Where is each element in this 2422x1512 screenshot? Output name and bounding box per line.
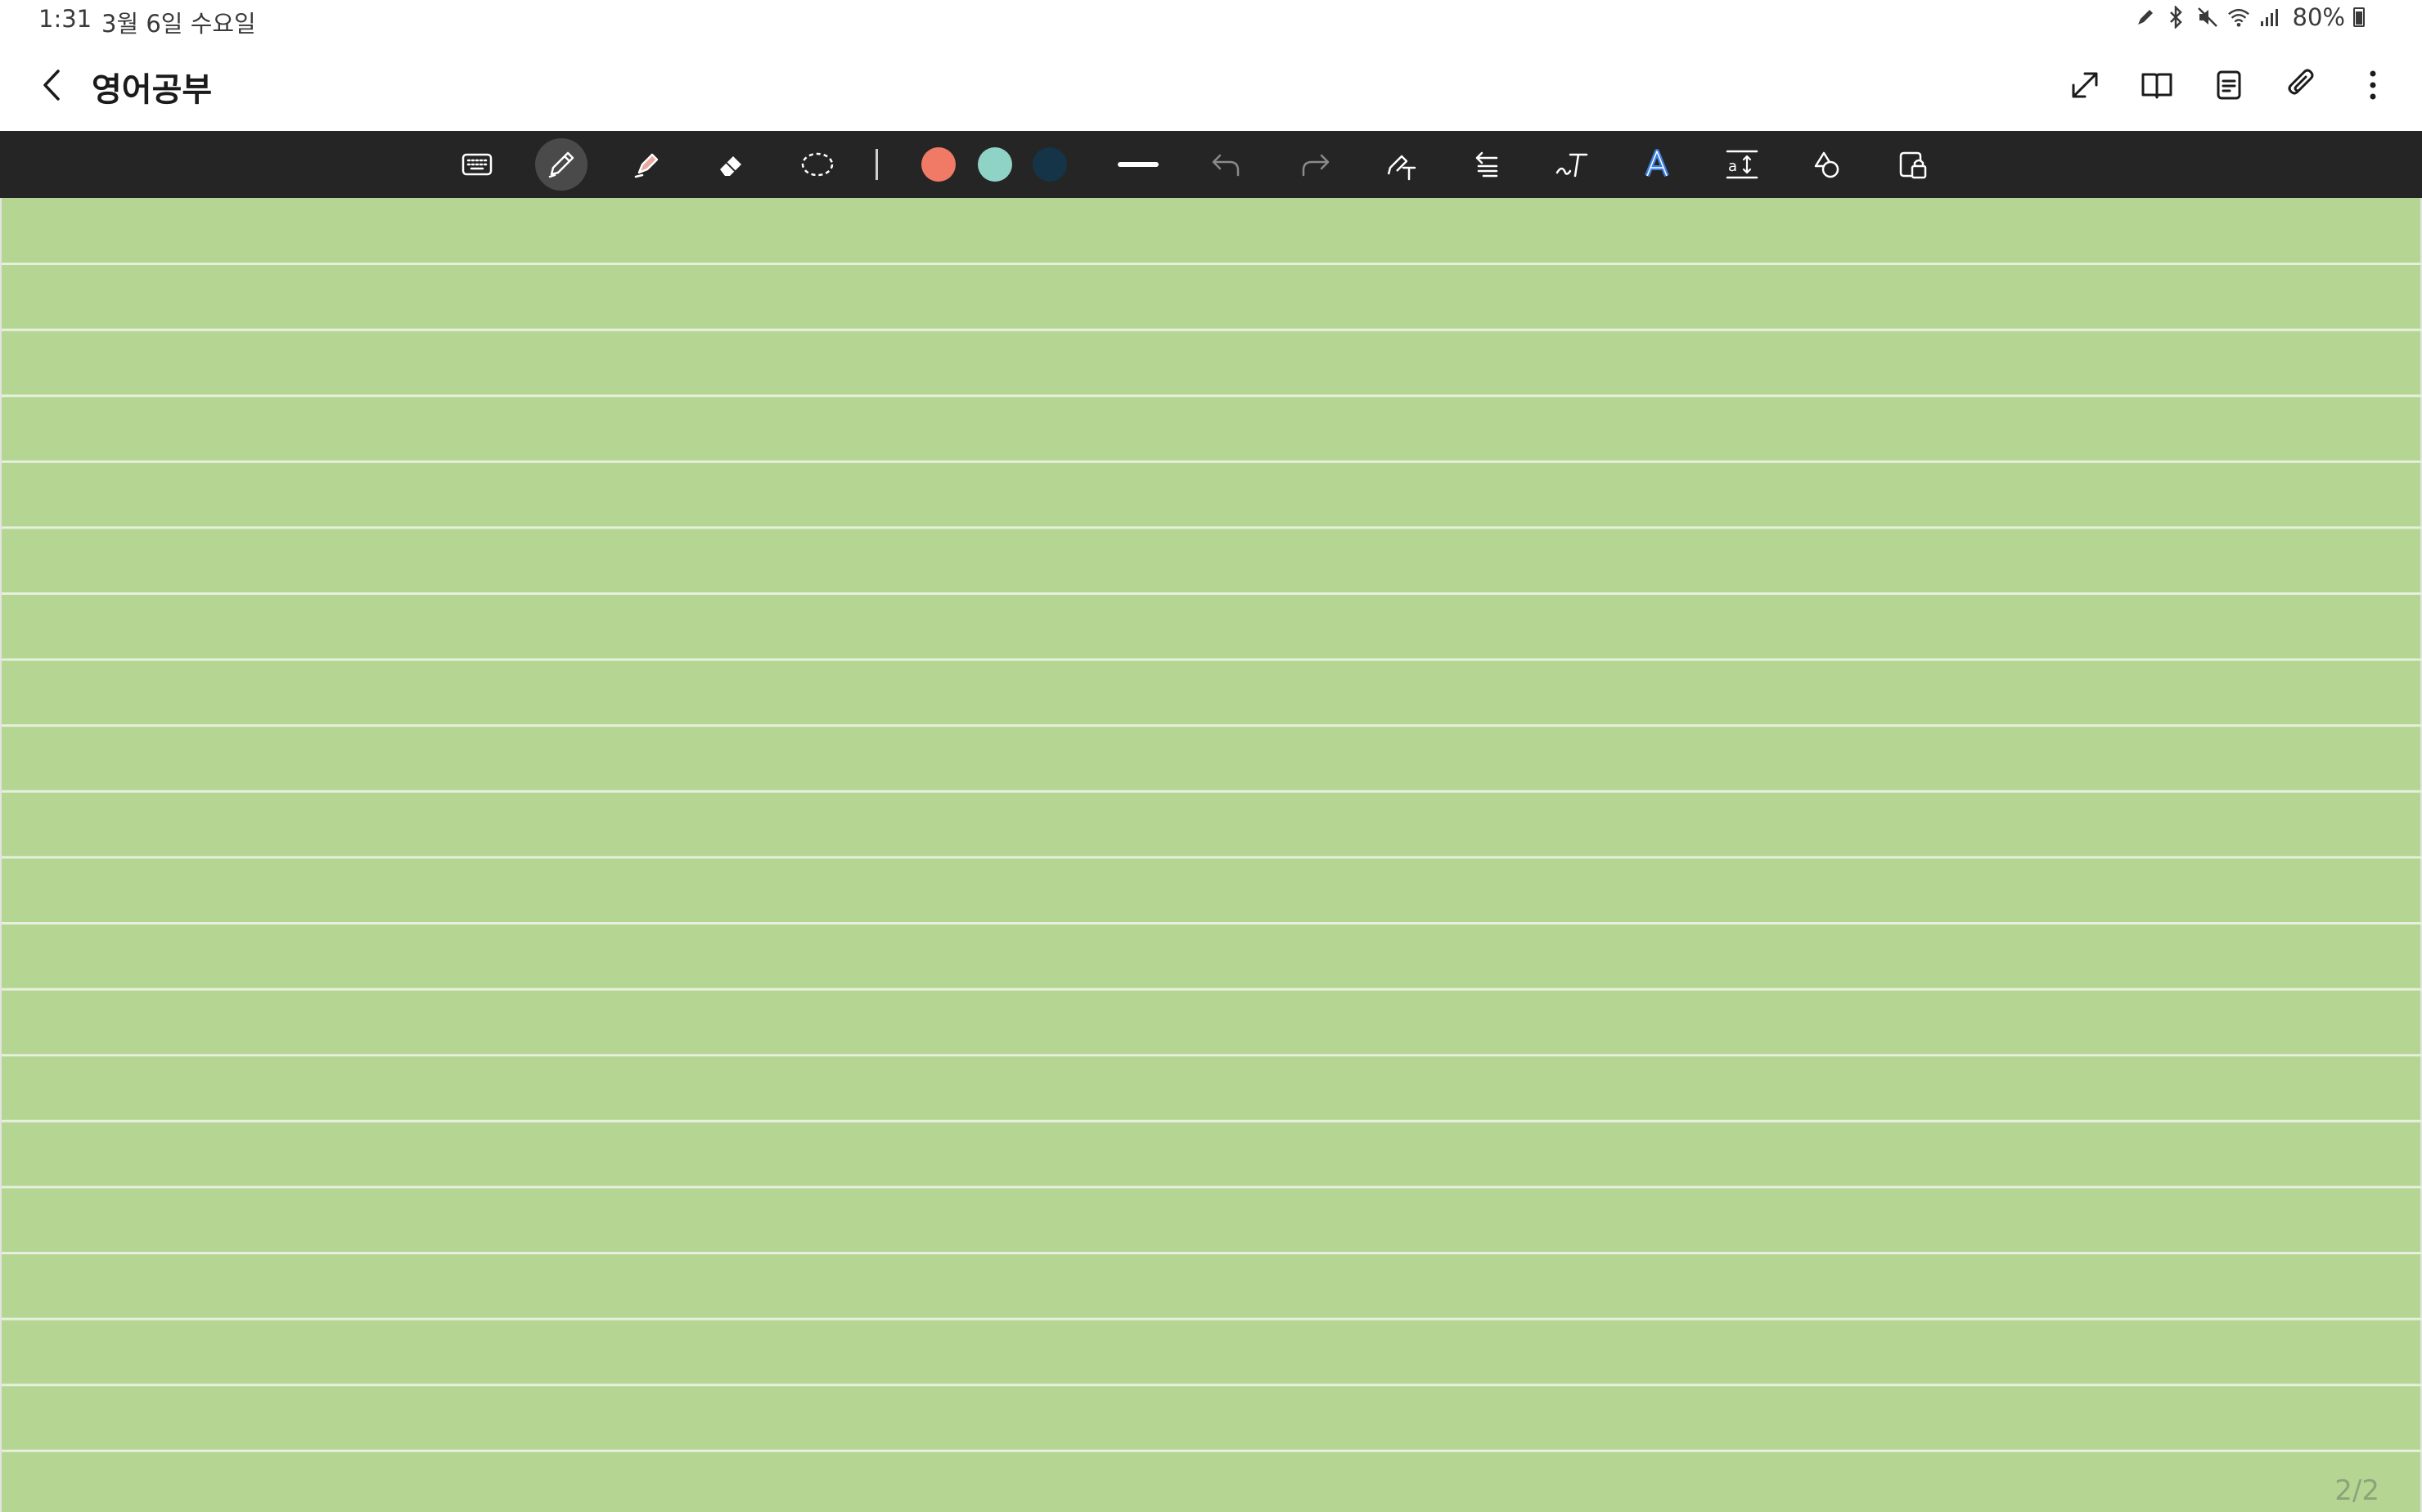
mute-icon [2196,3,2219,31]
expand-icon [2072,72,2098,98]
note-header: 영어공부 [0,41,2422,131]
ruled-lines [2,263,2422,1452]
attachment-icon [2288,69,2314,95]
lasso-select-icon [801,152,834,177]
back-button[interactable] [28,61,77,110]
pen-width-indicator[interactable] [1118,162,1159,167]
more-options-button[interactable] [2348,61,2397,110]
redo-icon [1302,154,1330,177]
eraser-icon [720,156,741,176]
note-title: 영어공부 [92,71,213,109]
shape-to-text-button[interactable] [1375,138,1428,191]
highlighter-tool-button[interactable] [621,138,673,191]
pen-tool-button[interactable] [535,138,587,191]
keyboard-tool-button[interactable] [451,138,503,191]
signal-icon [2258,3,2281,31]
more-options-icon [2370,70,2376,100]
read-only-lock-icon [1899,151,1927,179]
page-list-icon [2217,70,2241,100]
page-indicator: 2/2 [2334,1474,2379,1507]
color-swatch-teal[interactable] [978,147,1012,182]
book-view-button[interactable] [2132,61,2181,110]
battery-icon [2353,7,2365,27]
text-style-button[interactable] [1631,138,1683,191]
text-size-icon: a [1726,150,1758,179]
pen-icon [2134,3,2157,31]
battery-percentage: 80% [2292,3,2345,31]
back-arrow-icon [43,70,60,101]
read-only-lock-button[interactable] [1886,138,1938,191]
book-view-icon [2141,73,2172,99]
text-align-button[interactable] [1461,138,1513,191]
highlighter-icon [634,153,659,178]
pen-icon [548,151,574,178]
handwriting-to-text-button[interactable] [1546,138,1598,191]
undo-button[interactable] [1200,138,1253,191]
color-swatch-navy[interactable] [1033,147,1067,182]
header-actions [2060,61,2397,110]
note-canvas[interactable]: 2/2 [0,198,2422,1512]
pen-toolbar: a [0,131,2422,198]
color-swatch-red[interactable] [921,147,956,182]
text-align-icon [1475,151,1498,178]
svg-text:a: a [1728,158,1737,175]
eraser-tool-button[interactable] [705,138,758,191]
text-size-button[interactable]: a [1716,138,1768,191]
status-time: 1:31 [38,5,92,33]
shape-to-text-icon [1387,155,1416,181]
shapes-icon [1814,151,1839,178]
status-icons: 80% [2134,3,2365,31]
shapes-button[interactable] [1801,138,1853,191]
bluetooth-icon [2165,3,2188,31]
status-bar: 1:31 3월 6일 수요일 80% [0,0,2422,41]
redo-button[interactable] [1289,138,1341,191]
handwriting-to-text-icon [1555,153,1588,178]
undo-icon [1212,154,1240,177]
wifi-icon [2227,3,2250,31]
attachment-button[interactable] [2276,61,2325,110]
status-date: 3월 6일 수요일 [101,10,256,38]
page-list-button[interactable] [2204,61,2253,110]
lasso-select-tool-button[interactable] [791,138,844,191]
keyboard-icon [461,153,493,176]
text-style-icon [1645,149,1669,178]
toolbar-separator [876,149,878,180]
expand-button[interactable] [2060,61,2109,110]
